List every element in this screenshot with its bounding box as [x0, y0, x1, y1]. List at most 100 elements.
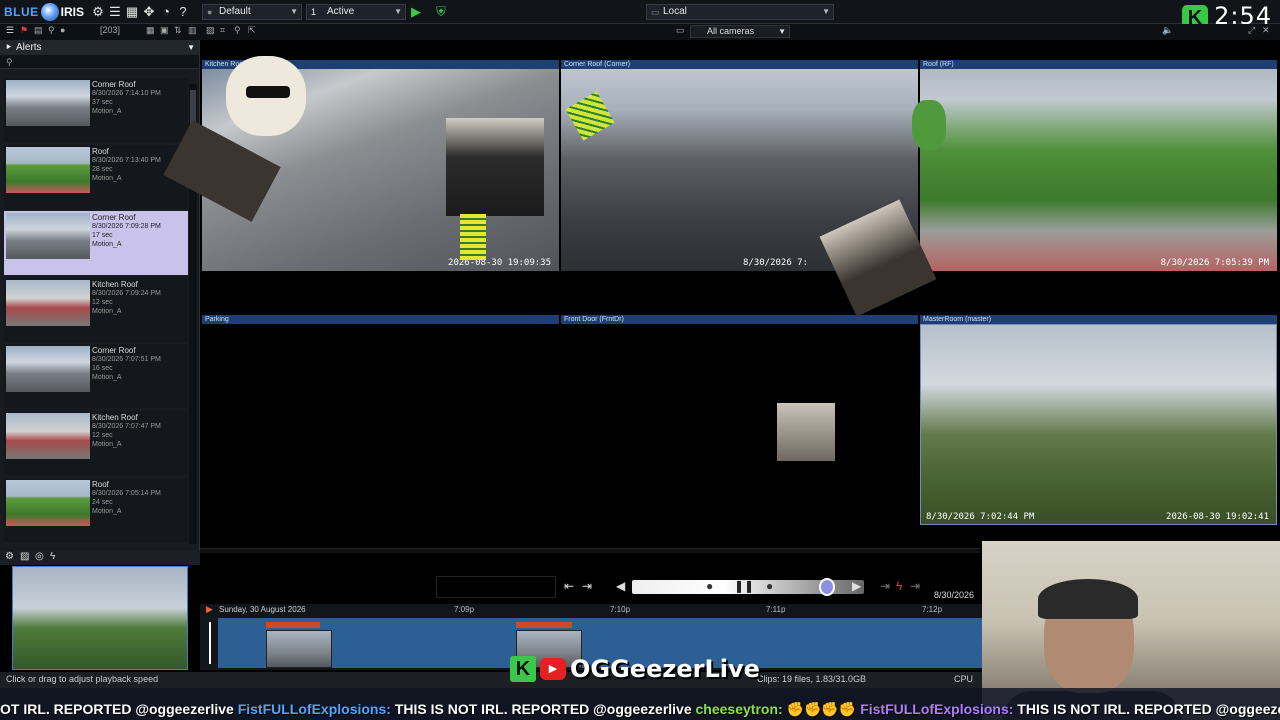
- alert-list-item[interactable]: Corner Roof 8/30/2026 7:09:28 PM 17 sec Mot…: [4, 211, 188, 276]
- play-icon[interactable]: ▶: [408, 4, 424, 20]
- target-icon[interactable]: ◎: [35, 551, 44, 562]
- sort-icon[interactable]: ⇅: [174, 25, 182, 36]
- logo-text-blue: BLUE: [4, 5, 39, 19]
- bolt-icon[interactable]: ϟ: [896, 579, 902, 593]
- volume-icon[interactable]: 🔈: [1162, 25, 1173, 36]
- move-icon[interactable]: ✥: [141, 4, 157, 20]
- alert-list-item[interactable]: Roof 8/30/2026 7:05:14 PM 24 sec Motion_A: [4, 477, 188, 542]
- alerts-header[interactable]: ⯈ Alerts ▼: [0, 40, 199, 55]
- youtube-logo-icon: ▶: [540, 658, 566, 680]
- close-icon[interactable]: ✕: [1262, 25, 1270, 36]
- schedule-select-value: Active: [327, 6, 355, 17]
- camera-tile-roof[interactable]: Roof (RF) 8/30/2026 7:05:39 PM: [920, 60, 1277, 271]
- camera-title: Parking: [202, 315, 559, 324]
- rewind-icon[interactable]: ◀: [616, 579, 625, 593]
- location-select[interactable]: ▭ Local ▼: [646, 4, 834, 20]
- ticker-segment: FistFULLofExplosions:: [860, 701, 1018, 717]
- alert-duration: 12 sec: [92, 298, 113, 306]
- bolt-icon[interactable]: ϟ: [50, 551, 55, 562]
- alert-thumbnail: [6, 413, 90, 459]
- alert-list-item[interactable]: Corner Roof 8/30/2026 7:14:10 PM 37 sec Mot…: [4, 78, 188, 142]
- chart-icon[interactable]: ◔: [158, 4, 174, 20]
- filter-icon[interactable]: ⚲: [48, 25, 55, 36]
- timeline-play-icon[interactable]: ▶: [206, 604, 213, 615]
- alert-list-item[interactable]: Kitchen Roof 8/30/2026 7:09:24 PM 12 sec Mo…: [4, 277, 188, 342]
- alerts-search-input[interactable]: ⚲: [0, 55, 199, 69]
- location-dot-icon: ▭: [651, 7, 660, 17]
- alert-camera-name: Roof: [92, 146, 109, 156]
- timeline-clip-marker[interactable]: [516, 622, 572, 628]
- camera-title: Corner Roof (Corner): [561, 60, 918, 69]
- camera-tile-master-room[interactable]: MasterRoom (master) 8/30/2026 7:02:44 PM…: [920, 315, 1277, 525]
- record-icon[interactable]: ●: [60, 25, 65, 35]
- timeline-date-right: 8/30/2026: [934, 590, 975, 600]
- grid-icon[interactable]: ▦: [124, 4, 140, 20]
- timeline-tick: 7:09p: [454, 605, 475, 614]
- timeline-clip-marker[interactable]: [266, 622, 320, 628]
- step-forward-icon[interactable]: ⇥: [582, 579, 592, 593]
- shield-check-icon[interactable]: ⛨: [433, 4, 449, 20]
- chevron-down-icon[interactable]: ▼: [187, 40, 195, 55]
- alert-zone: Motion_A: [92, 241, 122, 249]
- alert-zone: Motion_A: [92, 441, 122, 448]
- schedule-select[interactable]: 1 Active ▼: [306, 4, 406, 20]
- alert-list-item[interactable]: Kitchen Roof 8/30/2026 7:07:47 PM 12 sec Mo…: [4, 411, 188, 475]
- alert-list-item[interactable]: Corner Roof 8/30/2026 7:07:51 PM 16 sec Mot…: [4, 344, 188, 409]
- ticker-segment: OT IRL. REPORTED @oggeezerlive: [0, 701, 238, 717]
- help-icon[interactable]: ?: [175, 4, 191, 20]
- speed-knob[interactable]: [819, 578, 835, 596]
- schedule-prefix: 1: [311, 7, 317, 17]
- camera-timestamp: 8/30/2026 7:05:39 PM: [1160, 258, 1269, 268]
- camera-feed-thumbnail: [777, 403, 835, 461]
- folder-icon[interactable]: ▤: [34, 25, 43, 36]
- timeline-clip-thumbnail[interactable]: [266, 630, 332, 668]
- profile-select[interactable]: ● Default ▼: [202, 4, 302, 20]
- camera-timestamp-secondary: 2026-08-30 19:02:41: [1166, 512, 1269, 522]
- forward-icon[interactable]: ▶: [852, 579, 861, 593]
- gear-icon[interactable]: ⚙: [5, 551, 14, 562]
- menu-icon[interactable]: ☰: [6, 25, 14, 36]
- image-icon[interactable]: ▨: [20, 551, 29, 562]
- ticker-segment: THIS IS NOT IRL. REPORTED @oggeezerlive: [1017, 701, 1280, 717]
- playback-progress[interactable]: [200, 548, 980, 553]
- camera-tile-front-door[interactable]: Front Door (FrntDr): [561, 315, 918, 525]
- ticker-segment: cheeseytron:: [695, 701, 787, 717]
- clip-preview-thumbnail[interactable]: [12, 566, 188, 670]
- status-bar: Click or drag to adjust playback speed C…: [0, 672, 982, 688]
- profile-dot-icon: ●: [207, 7, 213, 17]
- alert-duration: 16 sec: [92, 365, 113, 373]
- alert-list-item[interactable]: Roof 8/30/2026 7:13:40 PM 28 sec Motion_A: [4, 144, 188, 209]
- picture-icon[interactable]: ▨: [206, 25, 215, 36]
- camera-tile-parking[interactable]: Parking: [202, 315, 559, 525]
- list-icon[interactable]: ☰: [107, 4, 123, 20]
- step-back-icon[interactable]: ⇤: [564, 579, 574, 593]
- alert-duration: 12 sec: [92, 432, 113, 439]
- clips-storage: Clips: 19 files, 1.83/31.0GB: [757, 674, 867, 684]
- timeline-tick: 7:12p: [922, 605, 943, 614]
- cal-icon[interactable]: ▦: [146, 25, 155, 36]
- last-clip-icon[interactable]: ⇥: [910, 579, 920, 593]
- camera-title: MasterRoom (master): [920, 315, 1277, 324]
- gear-icon[interactable]: ⚙: [90, 4, 106, 20]
- flag-icon[interactable]: ⚑: [20, 25, 28, 36]
- export-icon[interactable]: ⇱: [248, 25, 256, 36]
- search-icon[interactable]: ⚲: [234, 25, 241, 36]
- save-icon[interactable]: ▣: [160, 25, 169, 36]
- alert-camera-name: Kitchen Roof: [92, 413, 138, 422]
- pause-icon[interactable]: ❚❚: [734, 579, 754, 593]
- secondary-toolbar: ☰ ⚑ ▤ ⚲ ● [203] ▦ ▣ ⇅ ▥ ▨ ⌗ ⚲ ⇱ ▭ All ca…: [0, 24, 1280, 40]
- channel-brand: K ▶ OGGeezerLive: [510, 653, 760, 685]
- camera-filter-select[interactable]: All cameras ▼: [690, 25, 790, 38]
- next-clip-icon[interactable]: ⇥: [880, 579, 890, 593]
- alert-zone: Motion_A: [92, 174, 122, 182]
- alert-thumbnail: [6, 479, 90, 526]
- alert-duration: 24 sec: [92, 498, 113, 506]
- playback-controls: ⇤ ⇥ ◀ ● ❚❚ ● ▶ ⇥ ϟ ⇥: [436, 576, 926, 598]
- camera-feed: [920, 324, 1277, 525]
- person-sticker: [446, 118, 544, 216]
- camera-feed: [920, 69, 1277, 271]
- fullscreen-icon[interactable]: ⤢: [1248, 25, 1255, 36]
- timeline-playhead[interactable]: [209, 622, 211, 664]
- layout-icon[interactable]: ▥: [188, 25, 197, 36]
- crop-icon[interactable]: ⌗: [220, 25, 225, 36]
